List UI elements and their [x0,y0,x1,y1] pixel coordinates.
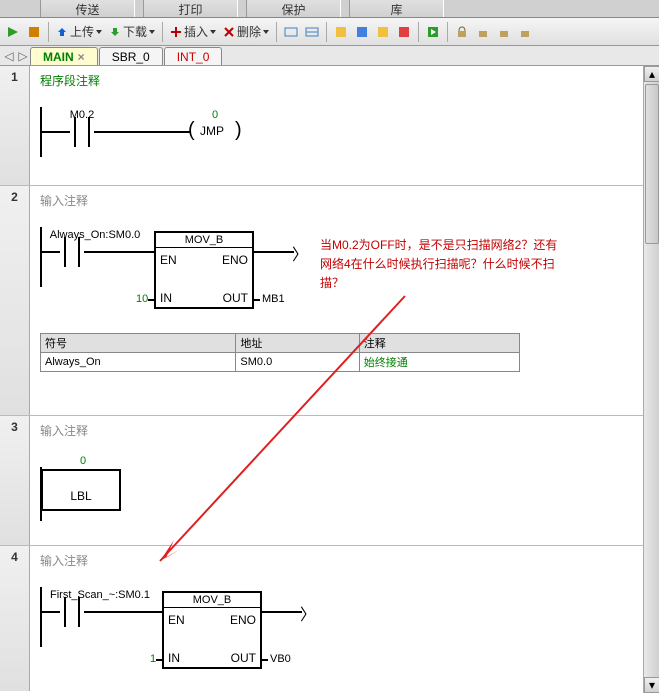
coil-left: ( [188,119,195,143]
network-number: 1 [0,66,30,185]
col-comment: 注释 [359,334,519,353]
tool-icon-2[interactable] [303,23,321,41]
col-address: 地址 [236,334,359,353]
tab-prev-icon[interactable]: ◁ [2,47,16,65]
scroll-up-icon[interactable]: ▴ [644,66,659,82]
pin-eno: ENO [222,253,248,267]
out-value[interactable]: MB1 [262,293,285,305]
jmp-instruction[interactable]: JMP [200,124,224,138]
pin-in: IN [168,651,180,665]
col-symbol: 符号 [41,334,236,353]
pin-en: EN [168,613,185,627]
vertical-scrollbar[interactable]: ▴ ▾ [643,66,659,693]
box-title: MOV_B [164,593,260,608]
download-button[interactable]: 下载 [107,23,157,40]
line-end-icon: 〉 [292,241,308,265]
line-end-icon: 〉 [300,601,316,625]
symbol-table: 符号地址注释 Always_OnSM0.0始终接通 [40,333,520,372]
user-annotation: 当M0.2为OFF时，是不是只扫描网络2？还有 网络4在什么时候执行扫描呢？什么… [320,236,630,294]
contact-no[interactable] [60,597,84,627]
tab-print[interactable]: 打印 [143,0,238,17]
tab-main[interactable]: MAIN× [30,47,98,65]
lock-icon-1[interactable] [453,23,471,41]
network-number: 3 [0,416,30,545]
contact-no[interactable] [70,117,94,147]
network-comment[interactable]: 输入注释 [40,422,649,439]
pin-out: OUT [223,291,248,305]
in-value[interactable]: 10 [136,293,148,305]
toolbar: 上传 下载 插入 删除 [0,18,659,46]
mov-b-box[interactable]: MOV_B EN ENO IN OUT [162,591,262,669]
insert-button[interactable]: 插入 [168,23,218,40]
tool-icon-4[interactable] [353,23,371,41]
mov-b-box[interactable]: MOV_B EN ENO IN OUT [154,231,254,309]
tab-library[interactable]: 库 [349,0,444,17]
table-row[interactable]: Always_OnSM0.0始终接通 [41,353,520,372]
network-number: 4 [0,546,30,691]
run-icon[interactable] [4,23,22,41]
lbl-number: 0 [80,455,86,467]
tool-icon-6[interactable] [395,23,413,41]
tool-icon-1[interactable] [282,23,300,41]
ladder-editor: 1 程序段注释 M0.2 0 ( JMP ) 2 输入注释 Always [0,66,659,693]
box-title: MOV_B [156,233,252,248]
delete-button[interactable]: 删除 [221,23,271,40]
menu-tabs: 传送 打印 保护 库 [0,0,659,18]
tab-next-icon[interactable]: ▷ [16,47,30,65]
network-comment[interactable]: 输入注释 [40,192,649,209]
scroll-down-icon[interactable]: ▾ [644,677,659,693]
lock-icon-4[interactable] [516,23,534,41]
network-2[interactable]: 2 输入注释 Always_On:SM0.0 MOV_B ENENO INOUT… [0,186,659,416]
tool-icon-3[interactable] [332,23,350,41]
pin-in: IN [160,291,172,305]
out-value[interactable]: VB0 [270,653,291,665]
lbl-box[interactable]: LBL [41,469,121,511]
close-icon[interactable]: × [78,50,85,64]
tab-protect[interactable]: 保护 [246,0,341,17]
contact-no[interactable] [60,237,84,267]
network-3[interactable]: 3 输入注释 0 LBL [0,416,659,546]
pin-en: EN [160,253,177,267]
document-tabs: ◁ ▷ MAIN× SBR_0 INT_0 [0,46,659,66]
upload-button[interactable]: 上传 [54,23,104,40]
network-4[interactable]: 4 输入注释 First_Scan_~:SM0.1 MOV_B ENENO IN… [0,546,659,691]
tool-icon-5[interactable] [374,23,392,41]
tool-icon-7[interactable] [424,23,442,41]
lock-icon-3[interactable] [495,23,513,41]
pin-out: OUT [231,651,256,665]
network-1[interactable]: 1 程序段注释 M0.2 0 ( JMP ) [0,66,659,186]
jmp-number: 0 [212,109,218,121]
network-number: 2 [0,186,30,415]
coil-right: ) [235,119,242,143]
network-comment[interactable]: 输入注释 [40,552,649,569]
lock-icon-2[interactable] [474,23,492,41]
pin-eno: ENO [230,613,256,627]
network-comment[interactable]: 程序段注释 [40,72,649,89]
stop-icon[interactable] [25,23,43,41]
tab-int0[interactable]: INT_0 [164,47,223,65]
scroll-thumb[interactable] [645,84,659,244]
tab-transfer[interactable]: 传送 [40,0,135,17]
tab-sbr0[interactable]: SBR_0 [99,47,163,65]
